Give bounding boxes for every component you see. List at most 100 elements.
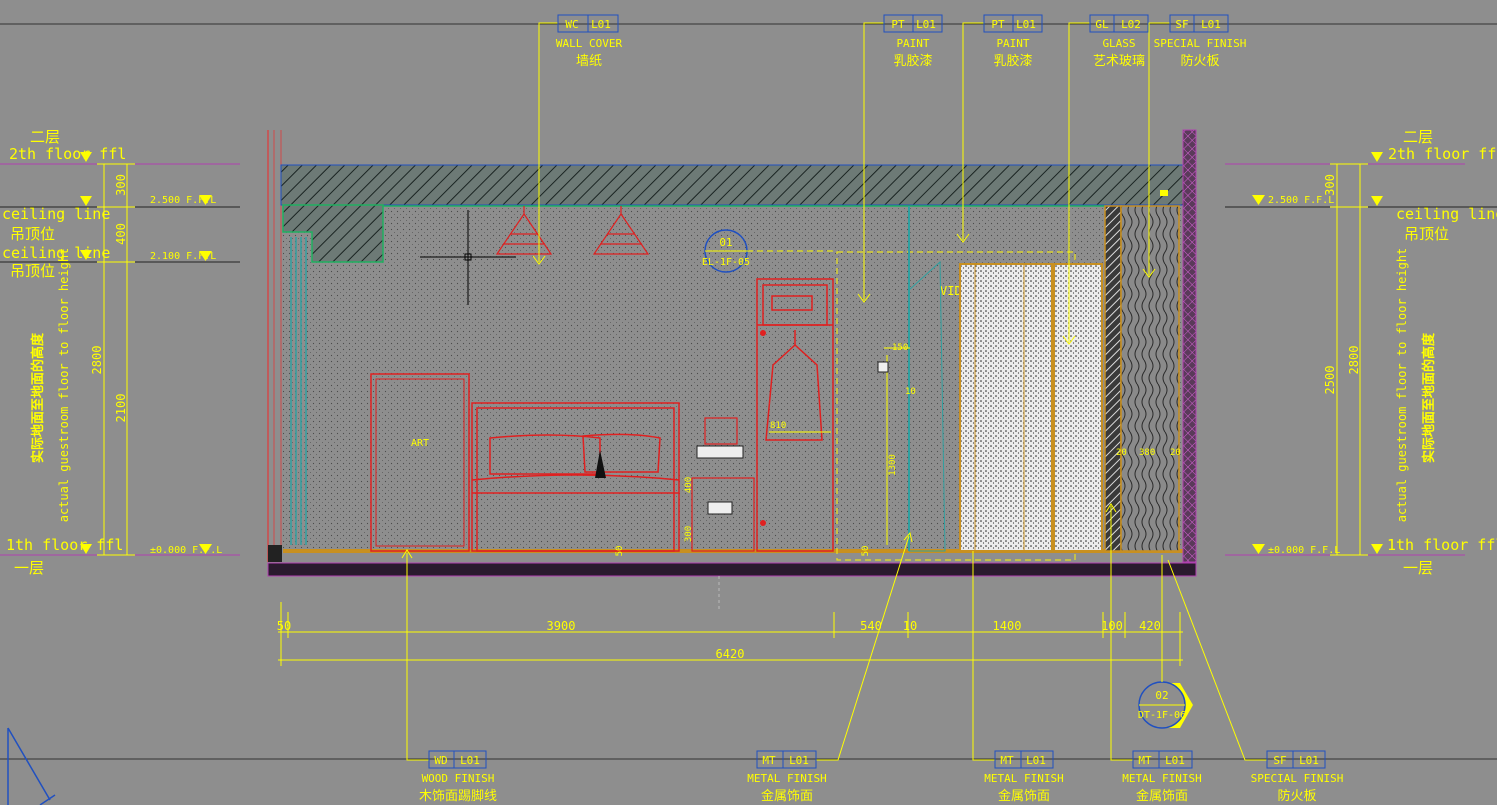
left-ceiling-en-1: ceiling line xyxy=(2,205,110,223)
tag-gl-code: GL xyxy=(1095,18,1109,31)
tag-mt3-num: L01 xyxy=(1165,754,1185,767)
switch-panel-lower xyxy=(707,501,733,515)
right-dim-300: 300 xyxy=(1323,174,1337,196)
marker-01-top: 01 xyxy=(719,236,732,249)
tag-pt2-code: PT xyxy=(991,18,1005,31)
tag-sf-bot-code: SF xyxy=(1273,754,1286,767)
dim-100: 100 xyxy=(1101,619,1123,633)
dim-3900: 3900 xyxy=(547,619,576,633)
tag-sf-bot-num: L01 xyxy=(1299,754,1319,767)
detail-marker-02: 02 DT-1F-06 xyxy=(1138,555,1193,729)
left-dim-400: 400 xyxy=(114,223,128,245)
elevation-drawing: ART VIDO 二层 2th floor ffl ceiling line 吊… xyxy=(0,14,1497,805)
tag-sf-top-cn: 防火板 xyxy=(1180,53,1219,69)
art-glass-panel-left xyxy=(959,263,1053,552)
right-ceiling-cn: 吊顶位 xyxy=(1404,225,1449,243)
dim-420: 420 xyxy=(1139,619,1161,633)
right-vertical-en: actual guestroom floor to floor height xyxy=(1395,248,1409,523)
dim-50-a: 50 xyxy=(615,546,625,557)
left-ceiling-cn-2: 吊顶位 xyxy=(10,262,55,280)
right-floor2-en: 2th floor ff xyxy=(1388,145,1496,163)
tag-mt3-cn: 金属饰面 xyxy=(1136,788,1188,804)
left-vertical-cn: 实际地面至地面的高度 xyxy=(30,332,46,463)
dim-380: 380 xyxy=(1139,448,1155,458)
tag-wc-en: WALL COVER xyxy=(556,37,623,50)
dim-10-inner: 10 xyxy=(905,387,916,397)
dim-50-b: 50 xyxy=(861,546,871,557)
tag-mt1-en: METAL FINISH xyxy=(747,772,826,785)
left-dim-2100: 2100 xyxy=(114,394,128,423)
right-level-markers: 二层 2th floor ff ceiling line 吊顶位 1th flo… xyxy=(1225,128,1497,577)
tag-glass: GL L02 GLASS 艺术玻璃 xyxy=(1089,14,1149,69)
right-vertical-cn: 实际地面至地面的高度 xyxy=(1421,332,1437,463)
right-ceiling-en: ceiling line xyxy=(1396,205,1497,223)
dim-50: 50 xyxy=(277,619,291,633)
tag-wc-num: L01 xyxy=(591,18,611,31)
dim-1300: 1300 xyxy=(888,454,898,476)
right-wall-section xyxy=(1182,129,1197,563)
tag-sf-top-code: SF xyxy=(1175,18,1188,31)
tag-pt1-cn: 乳胶漆 xyxy=(893,53,932,69)
dim-300: 300 xyxy=(684,526,694,542)
dim-total-6420: 6420 xyxy=(716,647,745,661)
tag-pt1-num: L01 xyxy=(916,18,936,31)
tag-wd-num: L01 xyxy=(460,754,480,767)
dim-20-a: 20 xyxy=(1116,448,1127,458)
tag-pt2-cn: 乳胶漆 xyxy=(993,53,1032,69)
dim-10: 10 xyxy=(903,619,917,633)
tag-sf-top-en: SPECIAL FINISH xyxy=(1154,37,1247,50)
tag-pt2-en: PAINT xyxy=(996,37,1029,50)
left-ffl-2100: 2.100 F.F.L xyxy=(150,251,216,262)
tag-sf-bot-cn: 防火板 xyxy=(1277,788,1316,804)
left-ffl-000: ±0.000 F.F.L xyxy=(150,545,222,556)
dim-400: 400 xyxy=(684,477,694,493)
tag-wc-cn: 墙纸 xyxy=(576,54,602,69)
tag-mt2-num: L01 xyxy=(1026,754,1046,767)
tag-wd-code: WD xyxy=(434,754,447,767)
tag-wc-code: WC xyxy=(565,18,578,31)
tag-mt3-en: METAL FINISH xyxy=(1122,772,1201,785)
tag-mt2-en: METAL FINISH xyxy=(984,772,1063,785)
art-glass-panel-right xyxy=(1053,263,1103,552)
tag-paint-1: PT L01 PAINT 乳胶漆 xyxy=(883,14,943,69)
tag-sf-bot-en: SPECIAL FINISH xyxy=(1251,772,1344,785)
tag-pt1-code: PT xyxy=(891,18,905,31)
dim-810: 810 xyxy=(770,421,786,431)
right-ffl-000: ±0.000 F.F.L xyxy=(1268,545,1340,556)
tag-wall-cover: WC L01 WALL COVER 墙纸 xyxy=(556,14,623,69)
marker-02-top: 02 xyxy=(1155,689,1168,702)
tag-gl-en: GLASS xyxy=(1102,37,1135,50)
ucs-axis-icon xyxy=(7,727,56,805)
left-ceiling-cn-1: 吊顶位 xyxy=(10,225,55,243)
tag-sf-top-num: L01 xyxy=(1201,18,1221,31)
left-floor1-en: 1th floor ffl xyxy=(6,536,123,554)
floor-slab-top xyxy=(280,164,1186,206)
tag-mt2-code: MT xyxy=(1000,754,1014,767)
left-floor2-cn: 二层 xyxy=(30,128,60,146)
marker-02-bottom: DT-1F-06 xyxy=(1138,710,1186,721)
tag-mt2-cn: 金属饰面 xyxy=(998,788,1050,804)
marker-01-bottom: EL-1F-05 xyxy=(702,257,750,268)
left-dim-300: 300 xyxy=(114,174,128,196)
tag-gl-num: L02 xyxy=(1121,18,1141,31)
tag-pt2-num: L01 xyxy=(1016,18,1036,31)
metal-strip xyxy=(1104,205,1122,552)
left-floor1-cn: 一层 xyxy=(14,559,44,577)
left-level-markers: 二层 2th floor ffl ceiling line 吊顶位 ceilin… xyxy=(0,128,240,577)
room-elevation: ART VIDO xyxy=(267,129,1197,577)
right-floor1-cn: 一层 xyxy=(1403,559,1433,577)
left-ffl-2500: 2.500 F.F.L xyxy=(150,195,216,206)
left-vertical-en: actual guestroom floor to floor height xyxy=(57,248,71,523)
dim-20-b: 20 xyxy=(1170,448,1181,458)
tag-mt1-code: MT xyxy=(762,754,776,767)
tag-paint-2: PT L01 PAINT 乳胶漆 xyxy=(983,14,1043,69)
left-floor2-en: 2th floor ffl xyxy=(9,145,126,163)
dim-150: 150 xyxy=(892,343,908,353)
tag-wd-en: WOOD FINISH xyxy=(422,772,495,785)
left-dim-2800: 2800 xyxy=(90,346,104,375)
bottom-dimensions: 50 3900 540 10 1400 100 420 6420 xyxy=(277,576,1183,666)
right-dim-2800: 2800 xyxy=(1347,346,1361,375)
right-floor2-cn: 二层 xyxy=(1403,128,1433,146)
right-dim-2500: 2500 xyxy=(1323,366,1337,395)
tag-mt1-num: L01 xyxy=(789,754,809,767)
